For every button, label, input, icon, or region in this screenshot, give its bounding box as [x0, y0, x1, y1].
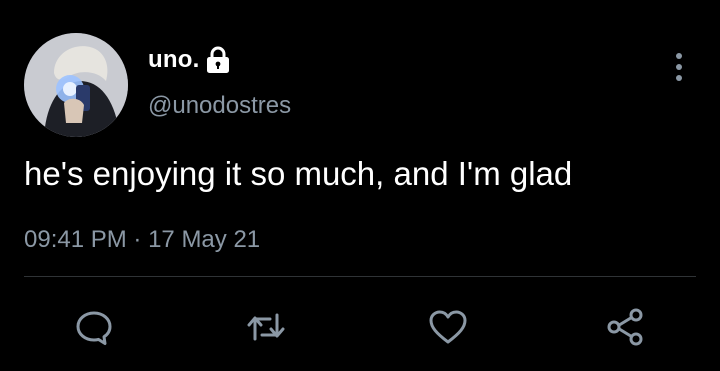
reply-button[interactable]	[72, 305, 116, 349]
share-icon	[607, 308, 643, 346]
reply-icon	[76, 311, 112, 345]
username-handle[interactable]: @unodostres	[148, 92, 291, 120]
avatar-image	[24, 33, 128, 137]
more-vertical-icon[interactable]	[668, 50, 690, 84]
tweet-time: 09:41 PM	[24, 226, 127, 253]
lock-icon	[207, 46, 229, 73]
tweet-date: 17 May 21	[148, 226, 261, 253]
display-name[interactable]: uno.	[148, 46, 199, 74]
retweet-button[interactable]	[244, 305, 288, 349]
avatar[interactable]	[24, 33, 128, 137]
divider	[24, 276, 696, 277]
tweet: uno. @unodostres he's enjoying it so muc…	[0, 0, 720, 371]
heart-icon	[429, 310, 467, 344]
meta-separator: ·	[133, 226, 142, 253]
retweet-icon	[247, 313, 285, 341]
tweet-text: he's enjoying it so much, and I'm glad	[24, 155, 573, 192]
share-button[interactable]	[603, 305, 647, 349]
tweet-timestamp[interactable]: 09:41 PM · 17 May 21	[24, 226, 260, 254]
like-button[interactable]	[426, 305, 470, 349]
